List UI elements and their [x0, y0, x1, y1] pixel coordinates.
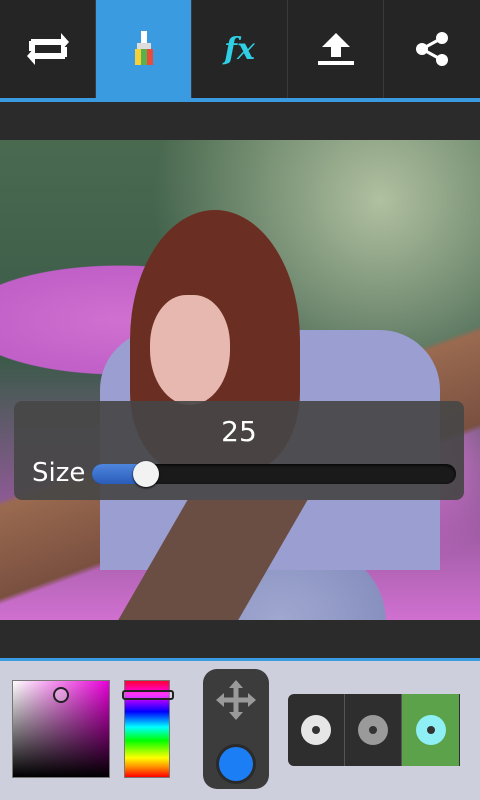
hard-brush-icon — [415, 715, 446, 745]
hue-slider-marker[interactable] — [122, 690, 174, 701]
size-label: Size — [32, 458, 86, 488]
brush-color-indicator[interactable] — [219, 747, 253, 781]
photo-canvas[interactable] — [0, 140, 480, 620]
swap-image-button[interactable] — [0, 0, 96, 98]
hard-brush-option[interactable] — [402, 694, 459, 766]
medium-brush-option[interactable] — [345, 694, 402, 766]
fx-icon: fx — [224, 31, 255, 67]
photo-face — [150, 295, 230, 405]
toolbar-accent-line — [0, 98, 480, 102]
color-picker-marker[interactable] — [53, 687, 69, 704]
brush-tool-button[interactable] — [96, 0, 192, 98]
canvas-footer — [0, 620, 480, 658]
move-tool[interactable] — [203, 669, 269, 789]
brush-hardness-selector — [288, 694, 460, 766]
move-arrows-icon — [216, 680, 256, 720]
size-slider[interactable] — [92, 461, 456, 487]
share-icon — [416, 32, 448, 66]
effects-button[interactable]: fx — [192, 0, 288, 98]
soft-brush-option[interactable] — [288, 694, 345, 766]
share-button[interactable] — [384, 0, 480, 98]
size-value: 25 — [221, 415, 257, 448]
saturation-brightness-picker[interactable] — [12, 680, 110, 778]
bottom-controls — [0, 661, 480, 800]
hue-slider[interactable] — [122, 680, 174, 778]
upload-button[interactable] — [288, 0, 384, 98]
medium-brush-icon — [358, 715, 388, 745]
size-slider-thumb[interactable] — [132, 461, 159, 487]
brush-icon — [134, 31, 153, 65]
swap-icon — [26, 33, 69, 65]
top-toolbar: fx — [0, 0, 480, 98]
soft-brush-icon — [301, 715, 331, 745]
brush-size-panel: 25 Size — [14, 401, 464, 500]
upload-icon — [317, 33, 354, 65]
